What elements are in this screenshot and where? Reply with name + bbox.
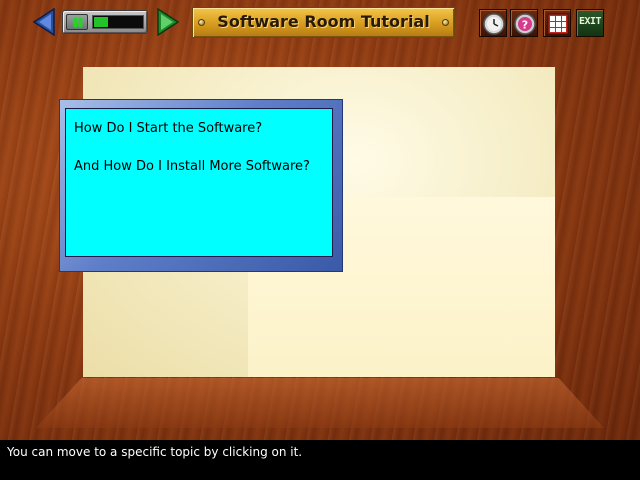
topic-link-install-software[interactable]: And How Do I Install More Software? [74,159,324,175]
right-arrow-icon [157,8,180,36]
pause-button[interactable] [66,14,88,30]
exit-label: EXIT [578,16,602,27]
topic-card: How Do I Start the Software? And How Do … [59,99,343,272]
app-window: Software Room Tutorial ? EXIT How Do I S… [0,0,640,440]
help-button[interactable]: ? [510,9,538,37]
svg-text:?: ? [522,19,528,32]
topic-link-start-software[interactable]: How Do I Start the Software? [74,121,324,137]
pause-icon [74,18,77,27]
clock-button[interactable] [479,9,507,37]
forward-button[interactable] [156,8,180,36]
audio-control [62,10,148,34]
clock-icon [483,13,505,35]
back-button[interactable] [32,8,56,36]
frame-shelf [36,378,604,428]
screw-decoration [442,19,449,26]
volume-level-fill [94,17,108,27]
help-icon: ? [514,13,536,35]
grid-menu-icon [547,13,569,35]
toolbar: Software Room Tutorial ? EXIT [0,0,640,44]
title-plate: Software Room Tutorial [192,7,455,38]
status-text: You can move to a specific topic by clic… [7,445,303,459]
menu-button[interactable] [543,9,571,37]
exit-button[interactable]: EXIT [576,9,604,37]
status-bar: You can move to a specific topic by clic… [0,440,640,480]
page-title: Software Room Tutorial [217,12,430,31]
left-arrow-icon [32,8,55,36]
topic-list: How Do I Start the Software? And How Do … [65,108,333,257]
volume-slider[interactable] [92,15,144,29]
